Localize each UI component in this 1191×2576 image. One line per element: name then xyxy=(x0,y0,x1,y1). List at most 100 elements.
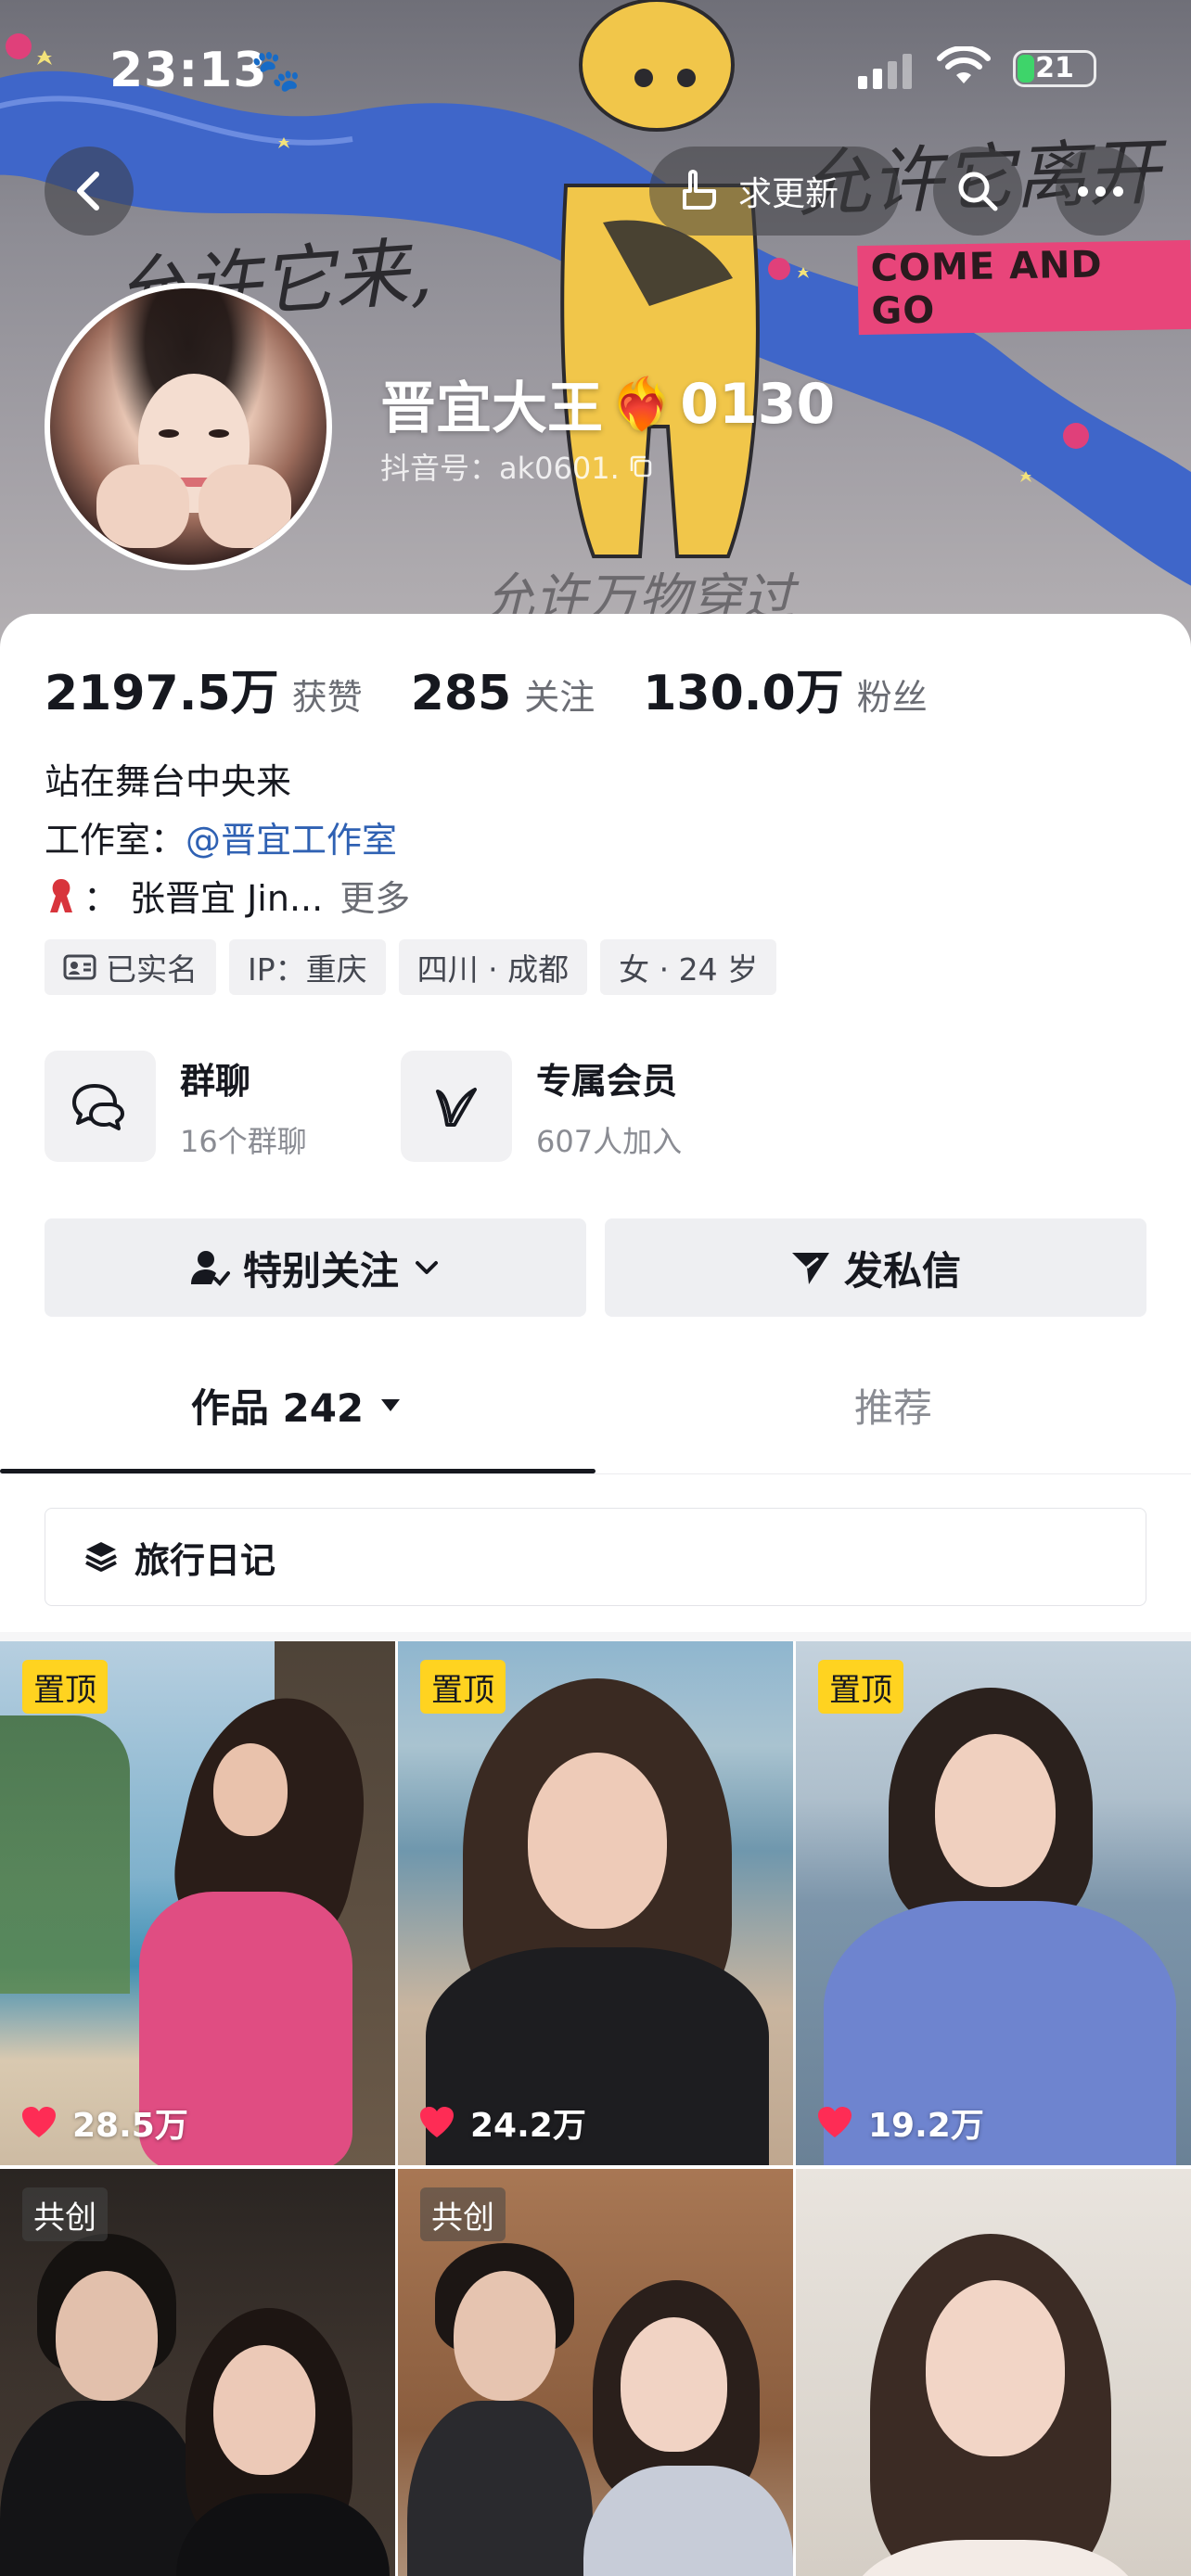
pointing-hand-icon xyxy=(683,170,716,210)
douyin-id[interactable]: 抖音号：ak0601. xyxy=(380,445,655,488)
tab-active-indicator xyxy=(0,1469,596,1473)
profile-name: 晋宜大王 ❤️‍🔥 0130 xyxy=(380,363,835,444)
co-creation-badge: 共创 xyxy=(22,2187,108,2241)
stat-likes-label: 获赞 xyxy=(291,677,363,718)
cellular-signal-icon xyxy=(858,52,912,89)
request-update-button[interactable]: 求更新 xyxy=(649,147,900,236)
send-message-label: 发私信 xyxy=(843,1247,961,1294)
co-creation-badge: 共创 xyxy=(420,2187,506,2241)
video-tile[interactable]: 置顶 24.2万 xyxy=(398,1641,793,2165)
pinned-badge: 置顶 xyxy=(818,1660,903,1714)
profile-screen: 允许它来, 允许它离开 COME AND GO 允许万物穿过 23:13 🐾 2… xyxy=(0,0,1191,2576)
caret-down-icon xyxy=(381,1399,401,1411)
bio-studio-prefix: 工作室： xyxy=(45,820,186,861)
membership-count: 607人加入 xyxy=(536,1123,683,1159)
tab-recommend[interactable]: 推荐 xyxy=(596,1335,1191,1474)
stat-likes-value: 2197.5万 xyxy=(45,666,279,721)
video-likes: 19.2万 xyxy=(816,2098,984,2147)
heart-icon xyxy=(818,2107,852,2137)
heart-icon xyxy=(22,2107,56,2137)
tag-location: 四川 · 成都 xyxy=(398,939,588,995)
grid-separator xyxy=(0,1632,1191,1641)
tag-verified-label: 已实名 xyxy=(106,951,198,988)
tab-works-label: 作品 242 xyxy=(190,1384,365,1431)
red-ribbon-icon xyxy=(50,878,72,912)
id-card-icon xyxy=(63,954,96,980)
chat-bubbles-icon xyxy=(45,1051,156,1162)
video-tile[interactable]: 置顶 19.2万 xyxy=(796,1641,1191,2165)
avatar[interactable] xyxy=(45,283,332,570)
special-follow-button[interactable]: 特别关注 xyxy=(45,1218,586,1317)
status-time: 23:13 xyxy=(109,43,268,98)
video-likes: 24.2万 xyxy=(418,2098,586,2147)
stat-following[interactable]: 285 关注 xyxy=(411,666,596,721)
avatar-eye xyxy=(209,429,229,438)
video-likes-count: 24.2万 xyxy=(470,2107,586,2145)
user-follow-icon xyxy=(190,1251,230,1286)
video-tile[interactable] xyxy=(796,2169,1191,2576)
request-update-label: 求更新 xyxy=(738,175,839,213)
search-icon xyxy=(958,172,998,211)
avatar-hand xyxy=(198,465,291,548)
tag-verified: 已实名 xyxy=(45,939,216,995)
profile-tags: 已实名 IP：重庆 四川 · 成都 女 · 24 岁 xyxy=(45,939,777,995)
stats-row: 2197.5万 获赞 285 关注 130.0万 粉丝 xyxy=(45,654,976,723)
avatar-hand xyxy=(96,465,189,548)
studio-link[interactable]: @晋宜工作室 xyxy=(186,820,397,861)
wifi-icon xyxy=(937,46,991,83)
bio-line-1: 站在舞台中央来 xyxy=(45,761,292,802)
tab-works[interactable]: 作品 242 xyxy=(0,1335,596,1474)
heart-on-fire-icon: ❤️‍🔥 xyxy=(610,374,673,433)
bio-more-link[interactable]: 更多 xyxy=(339,870,410,921)
collection-travel-diary[interactable]: 旅行日记 xyxy=(45,1508,1146,1606)
group-chat-title: 群聊 xyxy=(180,1060,251,1102)
video-likes-count: 28.5万 xyxy=(72,2107,188,2145)
heart-icon xyxy=(420,2107,454,2137)
group-chat-entry[interactable]: 群聊 16个群聊 xyxy=(45,1051,307,1162)
more-options-button[interactable] xyxy=(1056,147,1145,236)
copy-icon xyxy=(630,455,652,478)
membership-title: 专属会员 xyxy=(536,1060,678,1102)
back-button[interactable] xyxy=(45,147,134,236)
video-tile[interactable]: 共创 xyxy=(0,2169,395,2576)
bio-line-3-text: 张晋宜 Jin... xyxy=(130,878,324,919)
video-likes-count: 19.2万 xyxy=(868,2107,984,2145)
stat-following-value: 285 xyxy=(410,666,512,721)
content-tabs: 作品 242 推荐 xyxy=(0,1335,1191,1474)
v-badge-icon xyxy=(401,1051,512,1162)
tag-gender-age: 女 · 24 岁 xyxy=(600,939,777,995)
search-button[interactable] xyxy=(933,147,1022,236)
status-bar: 23:13 🐾 21 xyxy=(0,37,1191,102)
profile-name-suffix: 0130 xyxy=(680,371,836,437)
battery-level: 21 xyxy=(1035,52,1074,84)
pinned-badge: 置顶 xyxy=(420,1660,506,1714)
battery-icon: 21 xyxy=(1013,50,1096,87)
profile-actions: 特别关注 发私信 xyxy=(45,1218,1146,1317)
stat-followers-label: 粉丝 xyxy=(856,677,928,718)
send-message-button[interactable]: 发私信 xyxy=(605,1218,1146,1317)
group-chat-count: 16个群聊 xyxy=(180,1123,307,1159)
stat-followers-value: 130.0万 xyxy=(643,666,844,721)
more-dot-icon xyxy=(1077,185,1088,197)
tag-ip: IP：重庆 xyxy=(229,939,386,995)
special-follow-label: 特别关注 xyxy=(242,1247,399,1294)
douyin-id-text: 抖音号：ak0601. xyxy=(380,451,620,486)
video-likes: 28.5万 xyxy=(20,2098,188,2147)
video-tile[interactable]: 置顶 28.5万 xyxy=(0,1641,395,2165)
stat-following-label: 关注 xyxy=(524,677,596,718)
more-dot-icon xyxy=(1112,185,1123,197)
bio-line-3-prefix: ： xyxy=(83,878,120,919)
chevron-left-icon xyxy=(77,172,99,210)
video-tile[interactable]: 共创 xyxy=(398,2169,793,2576)
stat-followers[interactable]: 130.0万 粉丝 xyxy=(643,654,928,723)
paper-plane-icon xyxy=(791,1253,829,1284)
bio-line-2: 工作室：@晋宜工作室 xyxy=(45,811,397,862)
layers-icon xyxy=(85,1542,117,1572)
collection-label: 旅行日记 xyxy=(134,1539,276,1581)
pinned-badge: 置顶 xyxy=(22,1660,108,1714)
more-dot-icon xyxy=(1095,185,1106,197)
avatar-eye xyxy=(159,429,179,438)
paw-icon: 🐾 xyxy=(250,47,301,95)
membership-entry[interactable]: 专属会员 607人加入 xyxy=(401,1051,682,1162)
stat-likes[interactable]: 2197.5万 获赞 xyxy=(45,654,363,723)
